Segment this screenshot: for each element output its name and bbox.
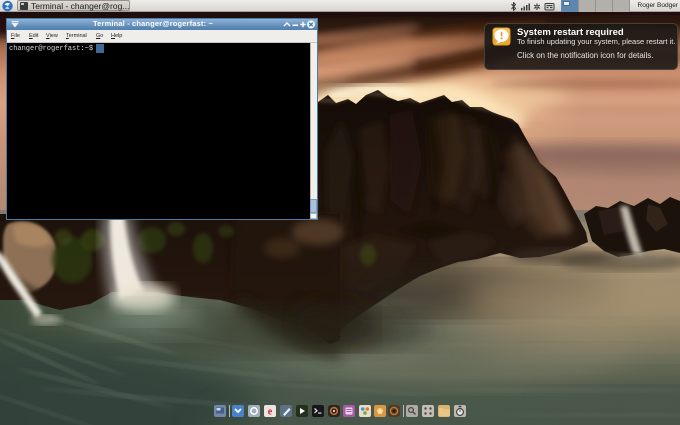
svg-text:e: e bbox=[268, 407, 273, 418]
